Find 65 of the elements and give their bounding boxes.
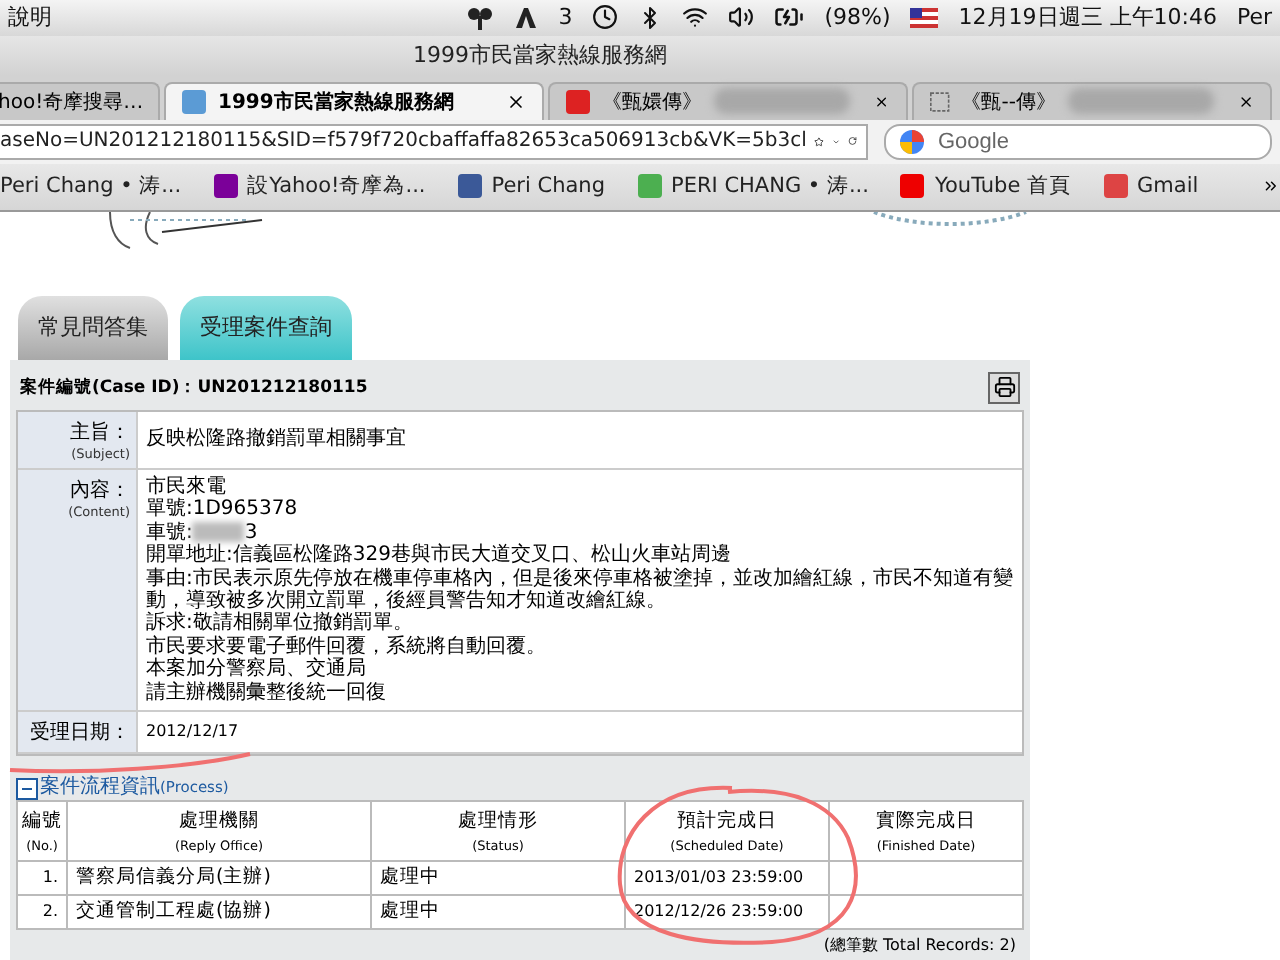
content-line: 市民要求要電子郵件回覆，系統將自動回覆。	[146, 635, 548, 658]
content-line: 車號:	[146, 521, 193, 544]
content-line: 本案加分警察局、交通局	[146, 658, 368, 681]
content-line: 請主辦機關彙整後統一回復	[146, 681, 388, 704]
table-cell: 處理中	[371, 894, 625, 929]
content-line: 訴求:敬請相關單位撤銷罰單。	[146, 612, 415, 635]
table-cell: 2.	[17, 894, 67, 929]
battery-percent: (98%)	[824, 4, 891, 31]
content-line: 開單地址:信義區松隆路329巷與市民大道交叉口、松山火車站周邊	[146, 544, 733, 567]
clock-icon[interactable]	[592, 4, 619, 31]
table-cell: 2012/12/26 23:59:00	[625, 894, 829, 929]
volume-icon[interactable]	[728, 4, 755, 31]
favicon-icon	[213, 174, 238, 199]
address-field[interactable]: aseNo=UN201212180115&SID=f579f720cbaffaffa82653ca506913cb&VK=5b3cl	[0, 123, 868, 160]
favicon-icon	[900, 174, 925, 199]
search-field[interactable]: Google	[934, 127, 1202, 156]
browser-tab[interactable]: hoo!奇摩搜尋…	[0, 81, 160, 120]
table-cell: 處理中	[371, 860, 625, 895]
content-line: 反映松隆路撤銷罰單相關事宜	[146, 428, 408, 452]
search-box[interactable]: Google	[884, 123, 1272, 160]
tab-title: hoo!奇摩搜尋…	[0, 89, 144, 116]
browser-tab[interactable]: 1999市民當家熱線服務網	[164, 81, 544, 120]
blurred-area	[192, 522, 245, 543]
table-cell: 2013/01/03 23:59:00	[625, 860, 829, 895]
browser-tab[interactable]: 《甄嬛傳》	[548, 81, 908, 120]
page-tab[interactable]: 受理案件查詢	[180, 295, 352, 360]
total-records: (總筆數 Total Records: 2)	[821, 933, 1018, 958]
favicon-icon	[1103, 174, 1128, 199]
tab-title: 《甄--傳》	[961, 89, 1056, 116]
favicon-icon	[182, 89, 206, 114]
bookmark-link[interactable]: PERI CHANG • 涛...	[637, 172, 869, 201]
bookmark-link[interactable]: Gmail	[1103, 174, 1199, 199]
content-line: 單號:1D965378	[146, 498, 300, 521]
bookmark-link[interactable]: Peri Chang • 涛...	[0, 172, 182, 201]
table-cell: 交通管制工程處(協辦)	[67, 894, 371, 929]
page-tab[interactable]: 常見問答集	[18, 295, 168, 360]
window-title: 1999市民當家熱線服務網	[413, 40, 667, 71]
favicon-icon	[566, 89, 590, 114]
content-line: 3	[244, 521, 258, 544]
table-cell: 警察局信義分局(主辦)	[67, 860, 371, 895]
dashed-square-icon	[930, 89, 950, 114]
date-value: 2012/12/17	[146, 720, 241, 744]
content-line: 事由:市民表示原先停放在機車停車格內，但是後來停車格被塗掉，並改加繪紅線，市民不知道有變動，導致被多次開立罰單，後經員警告知才知道改繪紅線。	[146, 567, 1014, 612]
favicon-icon	[457, 174, 482, 199]
tab-title: 《甄嬛傳》	[602, 89, 702, 116]
close-icon[interactable]	[1237, 91, 1254, 112]
close-icon[interactable]	[506, 91, 526, 112]
clock-text[interactable]: 12月19日週三 上午10:46	[958, 2, 1217, 33]
table-cell: 1.	[17, 860, 67, 895]
bookmark-link[interactable]: 設Yahoo!奇摩為...	[213, 172, 426, 201]
user-name[interactable]: Per	[1236, 4, 1272, 31]
badge-count: 3	[558, 4, 573, 31]
collapse-icon[interactable]	[16, 777, 38, 800]
bookmark-link[interactable]: Peri Chang	[457, 174, 605, 199]
case-id: 案件編號(Case ID)：UN201212180115	[20, 375, 368, 400]
menu-item[interactable]: 說明	[8, 2, 52, 33]
content-line: 市民來電	[146, 475, 228, 498]
browser-tab[interactable]: 《甄--傳》	[912, 81, 1272, 120]
bookmark-link[interactable]: YouTube 首頁	[900, 172, 1072, 201]
field-label: 受理日期：	[18, 711, 138, 754]
tab-title: 1999市民當家熱線服務網	[218, 88, 454, 116]
search-engine-icon[interactable]	[898, 127, 926, 156]
print-button[interactable]	[988, 371, 1020, 404]
favicon-icon	[637, 174, 661, 199]
flag-icon[interactable]	[910, 7, 939, 28]
